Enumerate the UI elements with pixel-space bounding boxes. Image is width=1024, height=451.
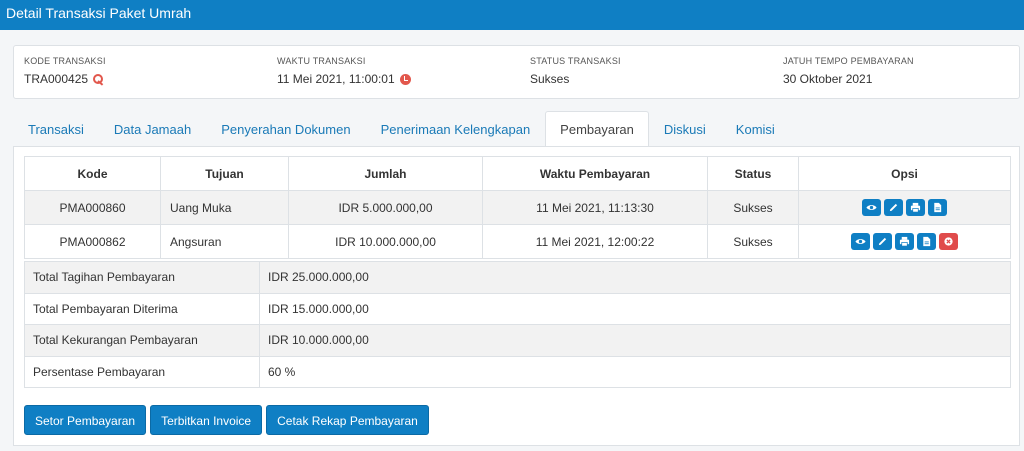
column-header-kode: Kode — [24, 156, 161, 191]
table-row: PMA000862 Angsuran IDR 10.000.000,00 11 … — [24, 224, 1011, 259]
cell-jumlah: IDR 10.000.000,00 — [288, 224, 483, 259]
info-waktu-transaksi: WAKTU TRANSAKSI 11 Mei 2021, 11:00:01 — [277, 56, 411, 86]
pencil-icon — [878, 237, 887, 246]
cetak-rekap-button[interactable]: Cetak Rekap Pembayaran — [266, 405, 429, 435]
summary-row: Persentase Pembayaran 60 % — [24, 355, 1011, 388]
summary-label: Persentase Pembayaran — [24, 355, 260, 388]
delete-icon — [944, 237, 953, 246]
print-icon — [910, 202, 921, 213]
column-header-status: Status — [707, 156, 799, 191]
document-button[interactable] — [928, 199, 947, 216]
summary-row: Total Pembayaran Diterima IDR 15.000.000… — [24, 292, 1011, 325]
tab-transaksi[interactable]: Transaksi — [13, 111, 99, 147]
column-header-waktu: Waktu Pembayaran — [482, 156, 708, 191]
clock-icon — [399, 73, 411, 85]
info-value: 11 Mei 2021, 11:00:01 — [277, 72, 395, 86]
view-button[interactable] — [851, 233, 870, 250]
tab-diskusi[interactable]: Diskusi — [649, 111, 721, 147]
file-icon — [934, 202, 942, 213]
view-button[interactable] — [862, 199, 881, 216]
cell-waktu: 11 Mei 2021, 11:13:30 — [482, 190, 708, 225]
info-value: TRA000425 — [24, 72, 89, 86]
summary-value: IDR 25.000.000,00 — [259, 261, 1011, 294]
pencil-icon — [889, 203, 898, 212]
info-value: Sukses — [530, 72, 570, 86]
file-icon — [923, 236, 931, 247]
info-value: 30 Oktober 2021 — [783, 72, 873, 86]
cell-opsi — [798, 224, 1011, 259]
summary-label: Total Tagihan Pembayaran — [24, 261, 260, 294]
summary-row: Total Kekurangan Pembayaran IDR 10.000.0… — [24, 324, 1011, 357]
eye-icon — [855, 239, 866, 244]
table-row: PMA000860 Uang Muka IDR 5.000.000,00 11 … — [24, 190, 1011, 225]
info-label: STATUS TRANSAKSI — [530, 56, 621, 66]
summary-value: 60 % — [259, 355, 1011, 388]
info-kode-transaksi: KODE TRANSAKSI TRA000425 — [24, 56, 106, 86]
cell-jumlah: IDR 5.000.000,00 — [288, 190, 483, 225]
transaction-info-card: KODE TRANSAKSI TRA000425 WAKTU TRANSAKSI… — [13, 45, 1020, 99]
print-icon — [899, 236, 910, 247]
print-button[interactable] — [906, 199, 925, 216]
info-status-transaksi: STATUS TRANSAKSI Sukses — [530, 56, 621, 86]
cell-status: Sukses — [707, 190, 799, 225]
payment-panel: Kode Tujuan Jumlah Waktu Pembayaran Stat… — [13, 146, 1020, 446]
cell-waktu: 11 Mei 2021, 12:00:22 — [482, 224, 708, 259]
payment-summary-table: Total Tagihan Pembayaran IDR 25.000.000,… — [24, 261, 1011, 388]
info-label: KODE TRANSAKSI — [24, 56, 106, 66]
info-label: JATUH TEMPO PEMBAYARAN — [783, 56, 914, 66]
summary-label: Total Pembayaran Diterima — [24, 292, 260, 325]
delete-button[interactable] — [939, 233, 958, 250]
page-header: Detail Transaksi Paket Umrah — [0, 0, 1024, 30]
info-jatuh-tempo: JATUH TEMPO PEMBAYARAN 30 Oktober 2021 — [783, 56, 914, 86]
print-button[interactable] — [895, 233, 914, 250]
action-buttons: Setor Pembayaran Terbitkan Invoice Cetak… — [24, 405, 429, 435]
summary-label: Total Kekurangan Pembayaran — [24, 324, 260, 357]
tab-penerimaan-kelengkapan[interactable]: Penerimaan Kelengkapan — [366, 111, 546, 147]
eye-icon — [866, 205, 877, 210]
cell-kode: PMA000862 — [24, 224, 161, 259]
summary-value: IDR 10.000.000,00 — [259, 324, 1011, 357]
setor-pembayaran-button[interactable]: Setor Pembayaran — [24, 405, 147, 435]
payments-table: Kode Tujuan Jumlah Waktu Pembayaran Stat… — [24, 156, 1011, 259]
edit-button[interactable] — [873, 233, 892, 250]
tab-data-jamaah[interactable]: Data Jamaah — [99, 111, 206, 147]
page-title: Detail Transaksi Paket Umrah — [6, 5, 192, 21]
info-label: WAKTU TRANSAKSI — [277, 56, 366, 66]
summary-value: IDR 15.000.000,00 — [259, 292, 1011, 325]
cell-status: Sukses — [707, 224, 799, 259]
tab-penyerahan-dokumen[interactable]: Penyerahan Dokumen — [206, 111, 365, 147]
column-header-jumlah: Jumlah — [288, 156, 483, 191]
terbitkan-invoice-button[interactable]: Terbitkan Invoice — [150, 405, 263, 435]
tab-pembayaran[interactable]: Pembayaran — [545, 111, 649, 147]
column-header-tujuan: Tujuan — [160, 156, 289, 191]
cell-tujuan: Uang Muka — [160, 190, 289, 225]
key-icon — [93, 73, 104, 85]
tab-komisi[interactable]: Komisi — [721, 111, 790, 147]
summary-row: Total Tagihan Pembayaran IDR 25.000.000,… — [24, 261, 1011, 294]
tab-bar: Transaksi Data Jamaah Penyerahan Dokumen… — [13, 111, 790, 147]
document-button[interactable] — [917, 233, 936, 250]
cell-tujuan: Angsuran — [160, 224, 289, 259]
cell-kode: PMA000860 — [24, 190, 161, 225]
column-header-opsi: Opsi — [798, 156, 1011, 191]
cell-opsi — [798, 190, 1011, 225]
edit-button[interactable] — [884, 199, 903, 216]
